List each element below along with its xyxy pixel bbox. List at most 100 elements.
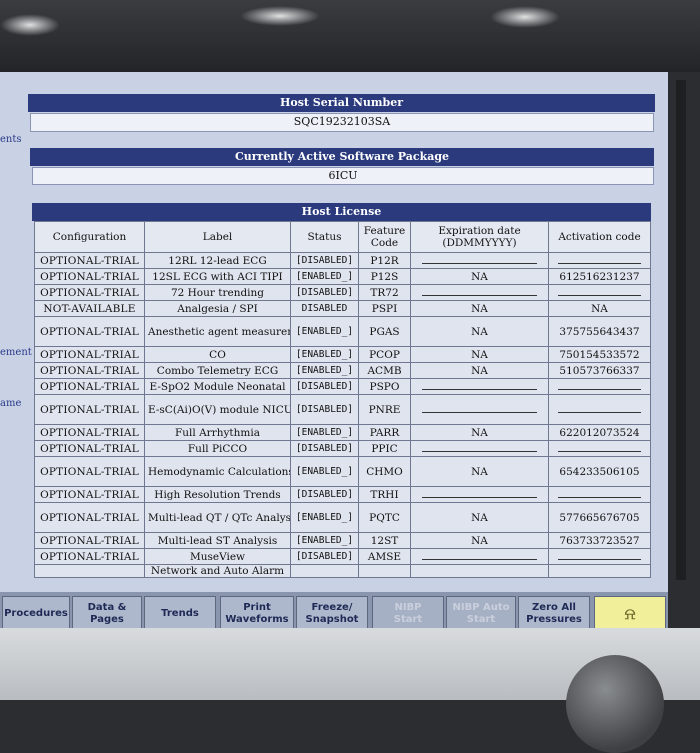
table-row: OPTIONAL-TRIAL Combo Telemetry ECG [ENABLE… bbox=[34, 362, 651, 379]
activation-cell: 577665676705 bbox=[548, 502, 651, 533]
activation-cell bbox=[548, 440, 651, 457]
feature-code-cell: PPIC bbox=[358, 440, 411, 457]
expiration-cell: NA bbox=[410, 316, 549, 347]
label-cell: CO bbox=[144, 346, 291, 363]
column-header-feature-code: Feature Code bbox=[358, 221, 411, 253]
table-row: OPTIONAL-TRIAL High Resolution Trends [DIS… bbox=[34, 486, 651, 503]
table-row: OPTIONAL-TRIAL Hemodynamic Calculations [E… bbox=[34, 456, 651, 487]
alarm-silence-button[interactable]: ⍾ bbox=[594, 596, 666, 632]
print-waveforms-button-label: Print Waveforms bbox=[225, 602, 289, 625]
ceiling-light bbox=[0, 14, 60, 36]
configuration-cell: OPTIONAL-TRIAL bbox=[34, 362, 145, 379]
table-row: OPTIONAL-TRIAL Full Arrhythmia [ENABLED_] P… bbox=[34, 424, 651, 441]
column-header-activation: Activation code bbox=[548, 221, 651, 253]
feature-code-cell: PCOP bbox=[358, 346, 411, 363]
table-row: OPTIONAL-TRIAL 12SL ECG with ACI TIPI [ENA… bbox=[34, 268, 651, 285]
blank-field-line bbox=[421, 406, 538, 413]
label-cell: E-SpO2 Module Neonatal bbox=[144, 378, 291, 395]
expiration-cell bbox=[410, 548, 549, 565]
table-row: OPTIONAL-TRIAL MuseView [DISABLED] AMSE bbox=[34, 548, 651, 565]
configuration-cell: OPTIONAL-TRIAL bbox=[34, 548, 145, 565]
expiration-cell bbox=[410, 378, 549, 395]
zero-all-pressures-button[interactable]: Zero All Pressures bbox=[518, 596, 590, 632]
blank-field-line bbox=[421, 289, 538, 296]
feature-code-cell: ACMB bbox=[358, 362, 411, 379]
blank-field-line bbox=[557, 445, 642, 452]
feature-code-cell: AMSE bbox=[358, 548, 411, 565]
column-header-configuration: Configuration bbox=[34, 221, 145, 253]
expiration-cell bbox=[410, 564, 549, 578]
status-cell: [ENABLED_] bbox=[290, 424, 359, 441]
procedures-button-label: Procedures bbox=[4, 608, 68, 619]
table-row: OPTIONAL-TRIAL Full PiCCO [DISABLED] PPIC bbox=[34, 440, 651, 457]
nibp-auto-start-button[interactable]: NIBP Auto Start bbox=[446, 596, 516, 632]
expiration-cell: NA bbox=[410, 502, 549, 533]
feature-code-cell: PNRE bbox=[358, 394, 411, 425]
expiration-cell bbox=[410, 440, 549, 457]
status-cell: [DISABLED] bbox=[290, 440, 359, 457]
status-cell: [DISABLED] bbox=[290, 548, 359, 565]
table-row: OPTIONAL-TRIAL Multi-lead ST Analysis [ENA… bbox=[34, 532, 651, 549]
host-serial-value: SQC19232103SA bbox=[30, 113, 654, 132]
data-pages-button-label: Data & Pages bbox=[87, 602, 127, 625]
zero-all-pressures-button-label: Zero All Pressures bbox=[526, 602, 582, 625]
feature-code-cell bbox=[358, 564, 411, 578]
left-panel-fragment: ents bbox=[0, 134, 22, 145]
trends-button[interactable]: Trends bbox=[144, 596, 216, 632]
table-row: OPTIONAL-TRIALE-sC(Ai)O(V) module NICU S… bbox=[34, 394, 651, 425]
table-row: OPTIONAL-TRIAL CO [ENABLED_] PCOP NA 75015453… bbox=[34, 346, 651, 363]
activation-cell bbox=[548, 284, 651, 301]
column-header-status: Status bbox=[290, 221, 359, 253]
freeze-snapshot-button[interactable]: Freeze/ Snapshot bbox=[296, 596, 368, 632]
print-waveforms-button[interactable]: Print Waveforms bbox=[220, 596, 294, 632]
nibp-start-button[interactable]: NIBP Start bbox=[372, 596, 444, 632]
activation-cell bbox=[548, 486, 651, 503]
feature-code-cell: PSPI bbox=[358, 300, 411, 317]
configuration-cell: OPTIONAL-TRIAL bbox=[34, 268, 145, 285]
label-cell: E-sC(Ai)O(V) module NICU SW bbox=[144, 394, 291, 425]
trim-knob[interactable] bbox=[566, 655, 664, 753]
status-cell: [ENABLED_] bbox=[290, 268, 359, 285]
column-header-label: Label bbox=[144, 221, 291, 253]
feature-code-cell: P12R bbox=[358, 252, 411, 269]
blank-field-line bbox=[421, 383, 538, 390]
configuration-cell: OPTIONAL-TRIAL bbox=[34, 252, 145, 269]
monitor-side-strip bbox=[676, 80, 686, 580]
expiration-cell: NA bbox=[410, 300, 549, 317]
left-panel-fragment: ement bbox=[0, 347, 32, 358]
data-pages-button[interactable]: Data & Pages bbox=[72, 596, 142, 632]
blank-field-line bbox=[557, 406, 642, 413]
configuration-cell bbox=[34, 564, 145, 578]
activation-cell: 654233506105 bbox=[548, 456, 651, 487]
table-row: OPTIONAL-TRIAL 12RL 12-lead ECG [DISABLED]… bbox=[34, 252, 651, 269]
status-cell bbox=[290, 564, 359, 578]
label-cell: Anesthetic agent measurement bbox=[144, 316, 291, 347]
expiration-cell bbox=[410, 486, 549, 503]
expiration-cell: NA bbox=[410, 456, 549, 487]
configuration-cell: OPTIONAL-TRIAL bbox=[34, 532, 145, 549]
activation-cell: 763733723527 bbox=[548, 532, 651, 549]
ceiling-light bbox=[240, 6, 320, 26]
feature-code-cell: CHMO bbox=[358, 456, 411, 487]
configuration-cell: OPTIONAL-TRIAL bbox=[34, 284, 145, 301]
label-cell: High Resolution Trends bbox=[144, 486, 291, 503]
label-cell: Multi-lead QT / QTc Analysis bbox=[144, 502, 291, 533]
status-cell: [ENABLED_] bbox=[290, 456, 359, 487]
status-cell: [ENABLED_] bbox=[290, 362, 359, 379]
monitor-bezel-top bbox=[0, 0, 700, 72]
status-cell: [DISABLED] bbox=[290, 486, 359, 503]
configuration-cell: OPTIONAL-TRIAL bbox=[34, 502, 145, 533]
status-cell: [DISABLED] bbox=[290, 378, 359, 395]
procedures-button[interactable]: Procedures bbox=[2, 596, 70, 632]
expiration-cell: NA bbox=[410, 424, 549, 441]
host-serial-title: Host Serial Number bbox=[28, 94, 655, 112]
blank-field-line bbox=[421, 491, 538, 498]
table-row: OPTIONAL-TRIAL Multi-lead QT / QTc Analys… bbox=[34, 502, 651, 533]
configuration-cell: OPTIONAL-TRIAL bbox=[34, 486, 145, 503]
status-cell: [ENABLED_] bbox=[290, 346, 359, 363]
label-cell: Network and Auto Alarm bbox=[144, 564, 291, 578]
table-row: OPTIONAL-TRIAL 72 Hour trending [DISABLED]… bbox=[34, 284, 651, 301]
activation-cell: 750154533572 bbox=[548, 346, 651, 363]
label-cell: Multi-lead ST Analysis bbox=[144, 532, 291, 549]
status-cell: DISABLED bbox=[290, 300, 359, 317]
